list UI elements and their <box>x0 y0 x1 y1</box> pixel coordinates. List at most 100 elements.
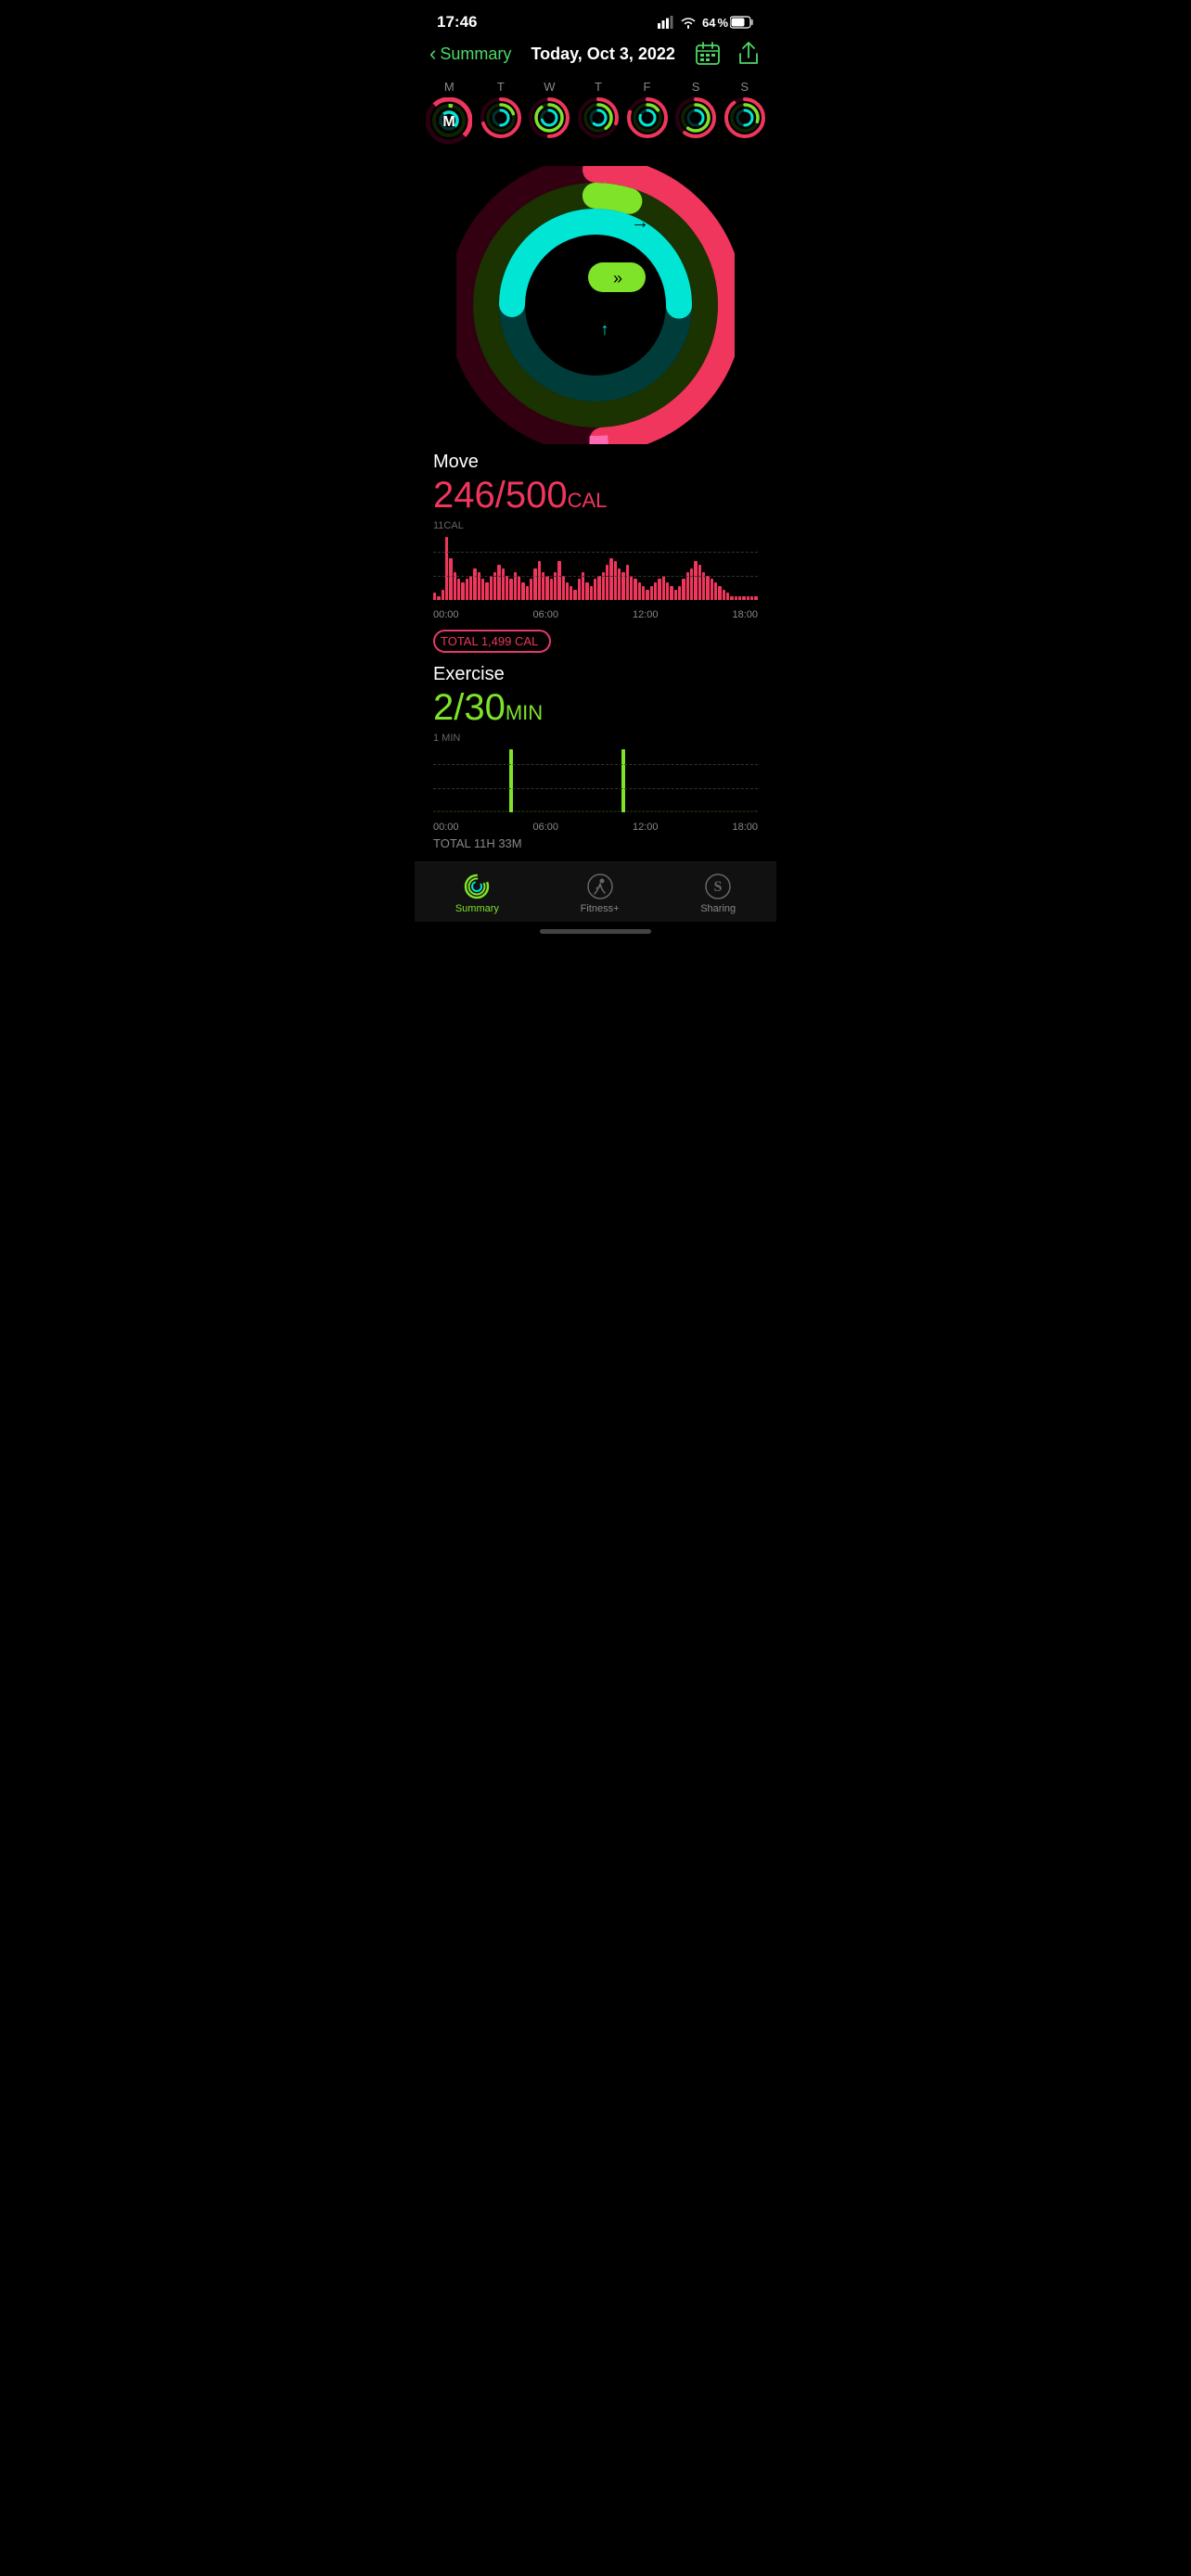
bar <box>594 579 596 600</box>
bar <box>742 810 745 812</box>
day-ring-1 <box>480 97 521 138</box>
bar <box>646 590 648 600</box>
nav-actions <box>695 41 762 67</box>
bar <box>497 565 500 600</box>
calendar-icon[interactable] <box>695 41 721 67</box>
bar <box>442 590 444 600</box>
bar <box>714 582 717 600</box>
home-indicator <box>415 922 776 941</box>
bar <box>698 810 701 812</box>
nav-title: Today, Oct 3, 2022 <box>531 45 674 64</box>
bar <box>670 810 672 812</box>
exercise-chart-canvas <box>433 746 758 820</box>
bar <box>506 810 508 812</box>
bar <box>621 749 624 812</box>
svg-text:→: → <box>631 212 649 233</box>
bar <box>618 810 621 812</box>
bar <box>730 810 733 812</box>
day-item-s6[interactable]: S <box>724 80 765 138</box>
day-item-t1[interactable]: T <box>480 80 521 138</box>
bar <box>614 561 617 600</box>
exercise-total: TOTAL 11H 33M <box>415 836 776 850</box>
svg-text:»: » <box>613 269 622 287</box>
bar <box>454 810 456 812</box>
day-ring-4 <box>627 97 668 138</box>
bar <box>550 810 553 812</box>
bar <box>754 596 757 600</box>
back-button[interactable]: ‹ Summary <box>429 42 511 66</box>
bar <box>738 810 741 812</box>
move-value: 246/500CAL <box>433 475 758 516</box>
bar <box>735 596 737 600</box>
bar <box>658 810 660 812</box>
svg-text:↑: ↑ <box>601 320 609 338</box>
day-item-m0[interactable]: MM <box>426 80 472 144</box>
bar <box>461 582 464 600</box>
bar <box>442 810 444 812</box>
bar <box>573 810 576 812</box>
signal-icon <box>658 16 674 29</box>
bar <box>578 810 581 812</box>
bar <box>658 579 660 600</box>
bar <box>642 586 645 600</box>
exercise-time-3: 18:00 <box>732 822 758 833</box>
day-item-f4[interactable]: F <box>627 80 668 138</box>
bar <box>514 810 517 812</box>
bar <box>490 810 493 812</box>
bar <box>682 579 685 600</box>
tab-sharing[interactable]: S Sharing <box>700 874 736 914</box>
bar <box>747 810 749 812</box>
bar <box>678 586 681 600</box>
tab-summary[interactable]: Summary <box>455 874 499 914</box>
day-item-w2[interactable]: W <box>529 80 570 138</box>
bar <box>711 810 713 812</box>
bar <box>497 810 500 812</box>
share-icon[interactable] <box>736 41 762 67</box>
tab-fitness[interactable]: Fitness+ <box>581 874 620 914</box>
move-time-2: 12:00 <box>633 609 659 620</box>
bar <box>445 537 448 600</box>
tab-fitness-label: Fitness+ <box>581 903 620 914</box>
move-total: TOTAL 1,499 CAL <box>441 634 538 648</box>
bar <box>573 590 576 600</box>
bar <box>557 810 560 812</box>
exercise-time-2: 12:00 <box>633 822 659 833</box>
bar <box>490 576 493 600</box>
bar <box>590 586 593 600</box>
status-icons: 64% <box>658 16 754 30</box>
bar <box>602 810 605 812</box>
bar <box>526 586 529 600</box>
bar <box>630 810 633 812</box>
day-item-s5[interactable]: S <box>675 80 716 138</box>
bar <box>638 810 641 812</box>
bar <box>694 561 697 600</box>
bar <box>754 810 757 812</box>
bar <box>582 810 584 812</box>
nav-bar: ‹ Summary Today, Oct 3, 2022 <box>415 35 776 76</box>
bar <box>642 810 645 812</box>
bar <box>533 810 536 812</box>
bar <box>650 810 653 812</box>
bar <box>509 749 512 812</box>
bar <box>718 810 721 812</box>
bar <box>714 810 717 812</box>
day-item-t3[interactable]: T <box>578 80 619 138</box>
exercise-value: 2/30MIN <box>433 687 758 729</box>
status-bar: 17:46 64% <box>415 0 776 35</box>
bar <box>578 579 581 600</box>
bar <box>630 576 633 600</box>
bar <box>437 810 440 812</box>
bar <box>750 810 753 812</box>
bar <box>521 582 524 600</box>
back-label: Summary <box>440 45 511 64</box>
bar <box>742 596 745 600</box>
bar <box>690 568 693 600</box>
bar <box>702 810 705 812</box>
activity-rings: → » ↑ <box>456 166 735 444</box>
exercise-number: 2/30 <box>433 687 506 728</box>
bar <box>585 810 588 812</box>
bar <box>711 579 713 600</box>
exercise-section: Exercise 2/30MIN <box>415 664 776 729</box>
fitness-tab-icon <box>587 874 613 899</box>
bar <box>726 593 729 600</box>
